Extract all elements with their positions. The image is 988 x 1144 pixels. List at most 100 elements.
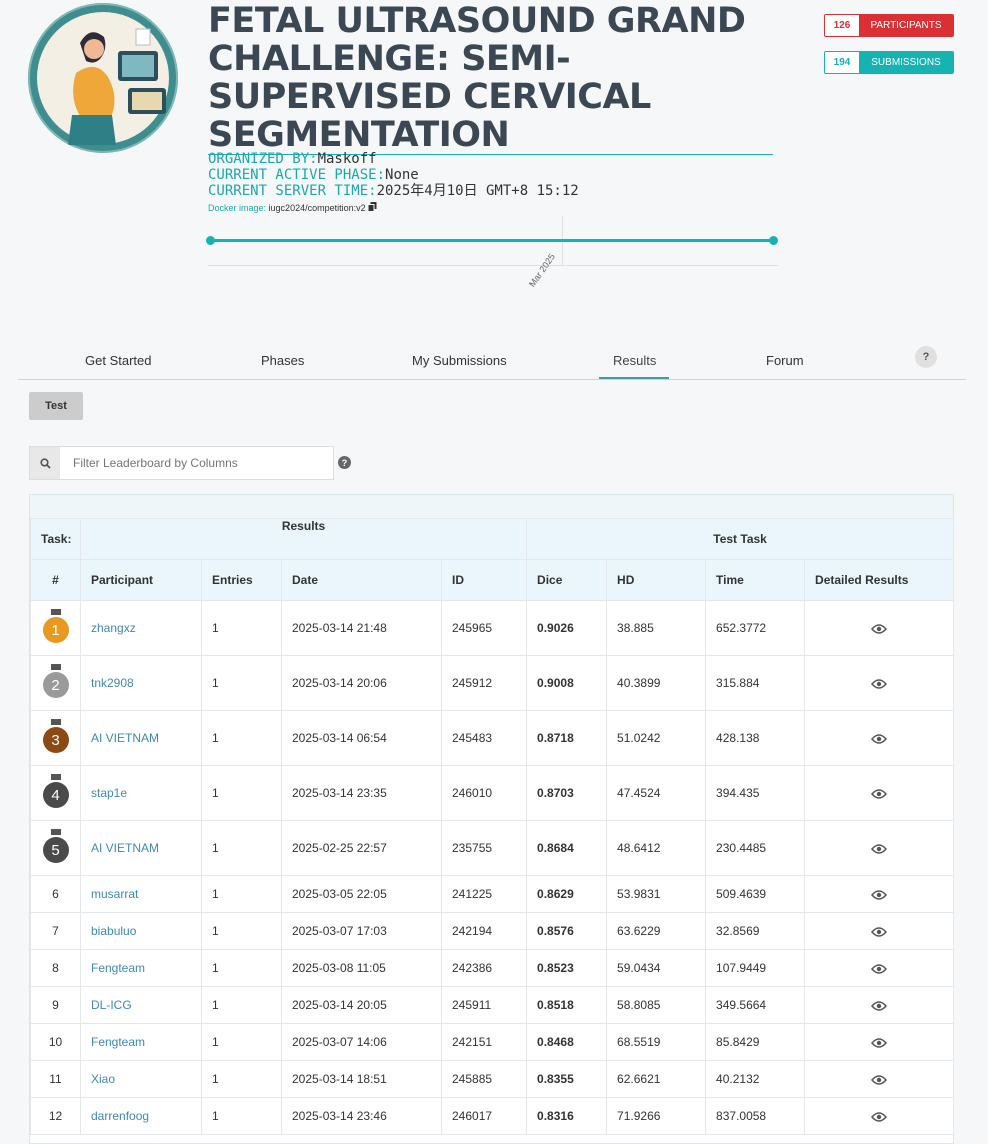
time-cell: 230.4485 <box>705 820 806 876</box>
date-cell: 2025-03-07 14:06 <box>281 1023 442 1061</box>
time-cell: 85.8429 <box>705 1023 806 1061</box>
leaderboard-top-bar <box>30 495 953 518</box>
entries-cell: 1 <box>201 765 282 821</box>
eye-icon[interactable] <box>871 1075 888 1085</box>
hd-cell: 38.885 <box>606 600 707 656</box>
participant-link[interactable]: Xiao <box>91 1072 115 1086</box>
timeline-bar <box>210 239 774 242</box>
participant-cell: Fengteam <box>80 1023 202 1061</box>
hd-cell: 51.0242 <box>606 710 707 766</box>
eye-icon[interactable] <box>871 1038 888 1048</box>
tab-results[interactable]: Results <box>613 353 656 368</box>
time-cell: 428.138 <box>705 710 806 766</box>
tab-get-started[interactable]: Get Started <box>85 353 151 368</box>
participant-link[interactable]: Fengteam <box>91 1035 145 1049</box>
participant-link[interactable]: biabuluo <box>91 924 136 938</box>
date-cell: 2025-03-14 18:51 <box>281 1060 442 1098</box>
timeline-end-dot[interactable] <box>769 236 778 245</box>
filter-help-icon[interactable]: ? <box>338 456 351 469</box>
eye-icon[interactable] <box>871 624 888 634</box>
hd-cell: 68.5519 <box>606 1023 707 1061</box>
submissions-badge[interactable]: 194 SUBMISSIONS <box>824 51 954 74</box>
help-button[interactable]: ? <box>915 346 937 368</box>
medal-icon: 4 <box>42 774 69 808</box>
participant-cell: darrenfoog <box>80 1097 202 1135</box>
participant-cell: AI VIETNAM <box>80 820 202 876</box>
col-detailed-results[interactable]: Detailed Results <box>804 559 955 601</box>
col-date[interactable]: Date <box>281 559 442 601</box>
participant-cell: Xiao <box>80 1060 202 1098</box>
participant-link[interactable]: stap1e <box>91 786 127 800</box>
eye-icon[interactable] <box>871 964 888 974</box>
participant-link[interactable]: musarrat <box>91 887 138 901</box>
col-hd[interactable]: HD <box>606 559 707 601</box>
eye-icon[interactable] <box>871 927 888 937</box>
participant-link[interactable]: tnk2908 <box>91 676 134 690</box>
entries-cell: 1 <box>201 1060 282 1098</box>
participant-link[interactable]: AI VIETNAM <box>91 731 159 745</box>
col-time[interactable]: Time <box>705 559 806 601</box>
entries-cell: 1 <box>201 600 282 656</box>
eye-icon[interactable] <box>871 1001 888 1011</box>
organized-by-label: ORGANIZED BY: <box>208 151 318 167</box>
table-row: 2 tnk2908 1 2025-03-14 20:06 245912 0.9008 40.… <box>30 655 955 711</box>
id-cell: 242151 <box>440 1023 528 1061</box>
date-cell: 2025-03-14 23:35 <box>281 765 442 821</box>
date-cell: 2025-03-07 17:03 <box>281 912 442 950</box>
participant-link[interactable]: AI VIETNAM <box>91 841 159 855</box>
dice-cell: 0.8468 <box>526 1023 608 1061</box>
participant-cell: biabuluo <box>80 912 202 950</box>
eye-icon[interactable] <box>871 844 888 854</box>
time-cell: 40.2132 <box>705 1060 806 1098</box>
col-rank[interactable]: # <box>30 559 81 601</box>
eye-icon[interactable] <box>871 734 888 744</box>
entries-cell: 1 <box>201 949 282 987</box>
eye-icon[interactable] <box>871 890 888 900</box>
phase-label: CURRENT ACTIVE PHASE: <box>208 167 386 183</box>
participant-link[interactable]: DL-ICG <box>91 998 132 1012</box>
id-cell: 246017 <box>440 1097 528 1135</box>
detailed-results-cell <box>804 986 955 1024</box>
id-cell: 245483 <box>440 710 528 766</box>
table-row: 4 stap1e 1 2025-03-14 23:35 246010 0.8703 47.4… <box>30 765 955 821</box>
copy-icon[interactable] <box>367 202 377 212</box>
date-cell: 2025-03-14 20:05 <box>281 986 442 1024</box>
leaderboard: Task: Results Test Task # Participant En… <box>29 494 955 1144</box>
detailed-results-cell <box>804 875 955 913</box>
detailed-results-cell <box>804 655 955 711</box>
col-id[interactable]: ID <box>440 559 528 601</box>
participant-cell: DL-ICG <box>80 986 202 1024</box>
date-cell: 2025-03-08 11:05 <box>281 949 442 987</box>
page-title: FETAL ULTRASOUND GRAND CHALLENGE: SEMI-S… <box>208 2 773 155</box>
col-dice[interactable]: Dice <box>526 559 608 601</box>
participant-link[interactable]: zhangxz <box>91 621 136 635</box>
participant-cell: Fengteam <box>80 949 202 987</box>
id-cell: 241225 <box>440 875 528 913</box>
organized-by-value: Maskoff <box>317 151 377 167</box>
entries-cell: 1 <box>201 710 282 766</box>
col-entries[interactable]: Entries <box>201 559 282 601</box>
entries-cell: 1 <box>201 1097 282 1135</box>
rank-cell: 2 <box>30 655 81 711</box>
test-phase-button[interactable]: Test <box>29 392 83 420</box>
participant-link[interactable]: Fengteam <box>91 961 145 975</box>
date-cell: 2025-02-25 22:57 <box>281 820 442 876</box>
col-participant[interactable]: Participant <box>80 559 202 601</box>
tab-phases[interactable]: Phases <box>261 353 304 368</box>
participants-badge[interactable]: 126 PARTICIPANTS <box>824 14 954 37</box>
rank-cell: 6 <box>30 875 81 913</box>
dice-cell: 0.8355 <box>526 1060 608 1098</box>
tab-my-submissions[interactable]: My Submissions <box>412 353 507 368</box>
participant-link[interactable]: darrenfoog <box>91 1109 149 1123</box>
eye-icon[interactable] <box>871 789 888 799</box>
detailed-results-cell <box>804 1097 955 1135</box>
tab-forum[interactable]: Forum <box>766 353 804 368</box>
eye-icon[interactable] <box>871 679 888 689</box>
detailed-results-cell <box>804 765 955 821</box>
time-cell: 837.0058 <box>705 1097 806 1135</box>
timeline-start-dot[interactable] <box>206 236 215 245</box>
filter-input[interactable] <box>60 447 333 479</box>
docker-image: Docker image: iugc2024/competition:v2 <box>208 202 377 213</box>
eye-icon[interactable] <box>871 1112 888 1122</box>
entries-cell: 1 <box>201 986 282 1024</box>
